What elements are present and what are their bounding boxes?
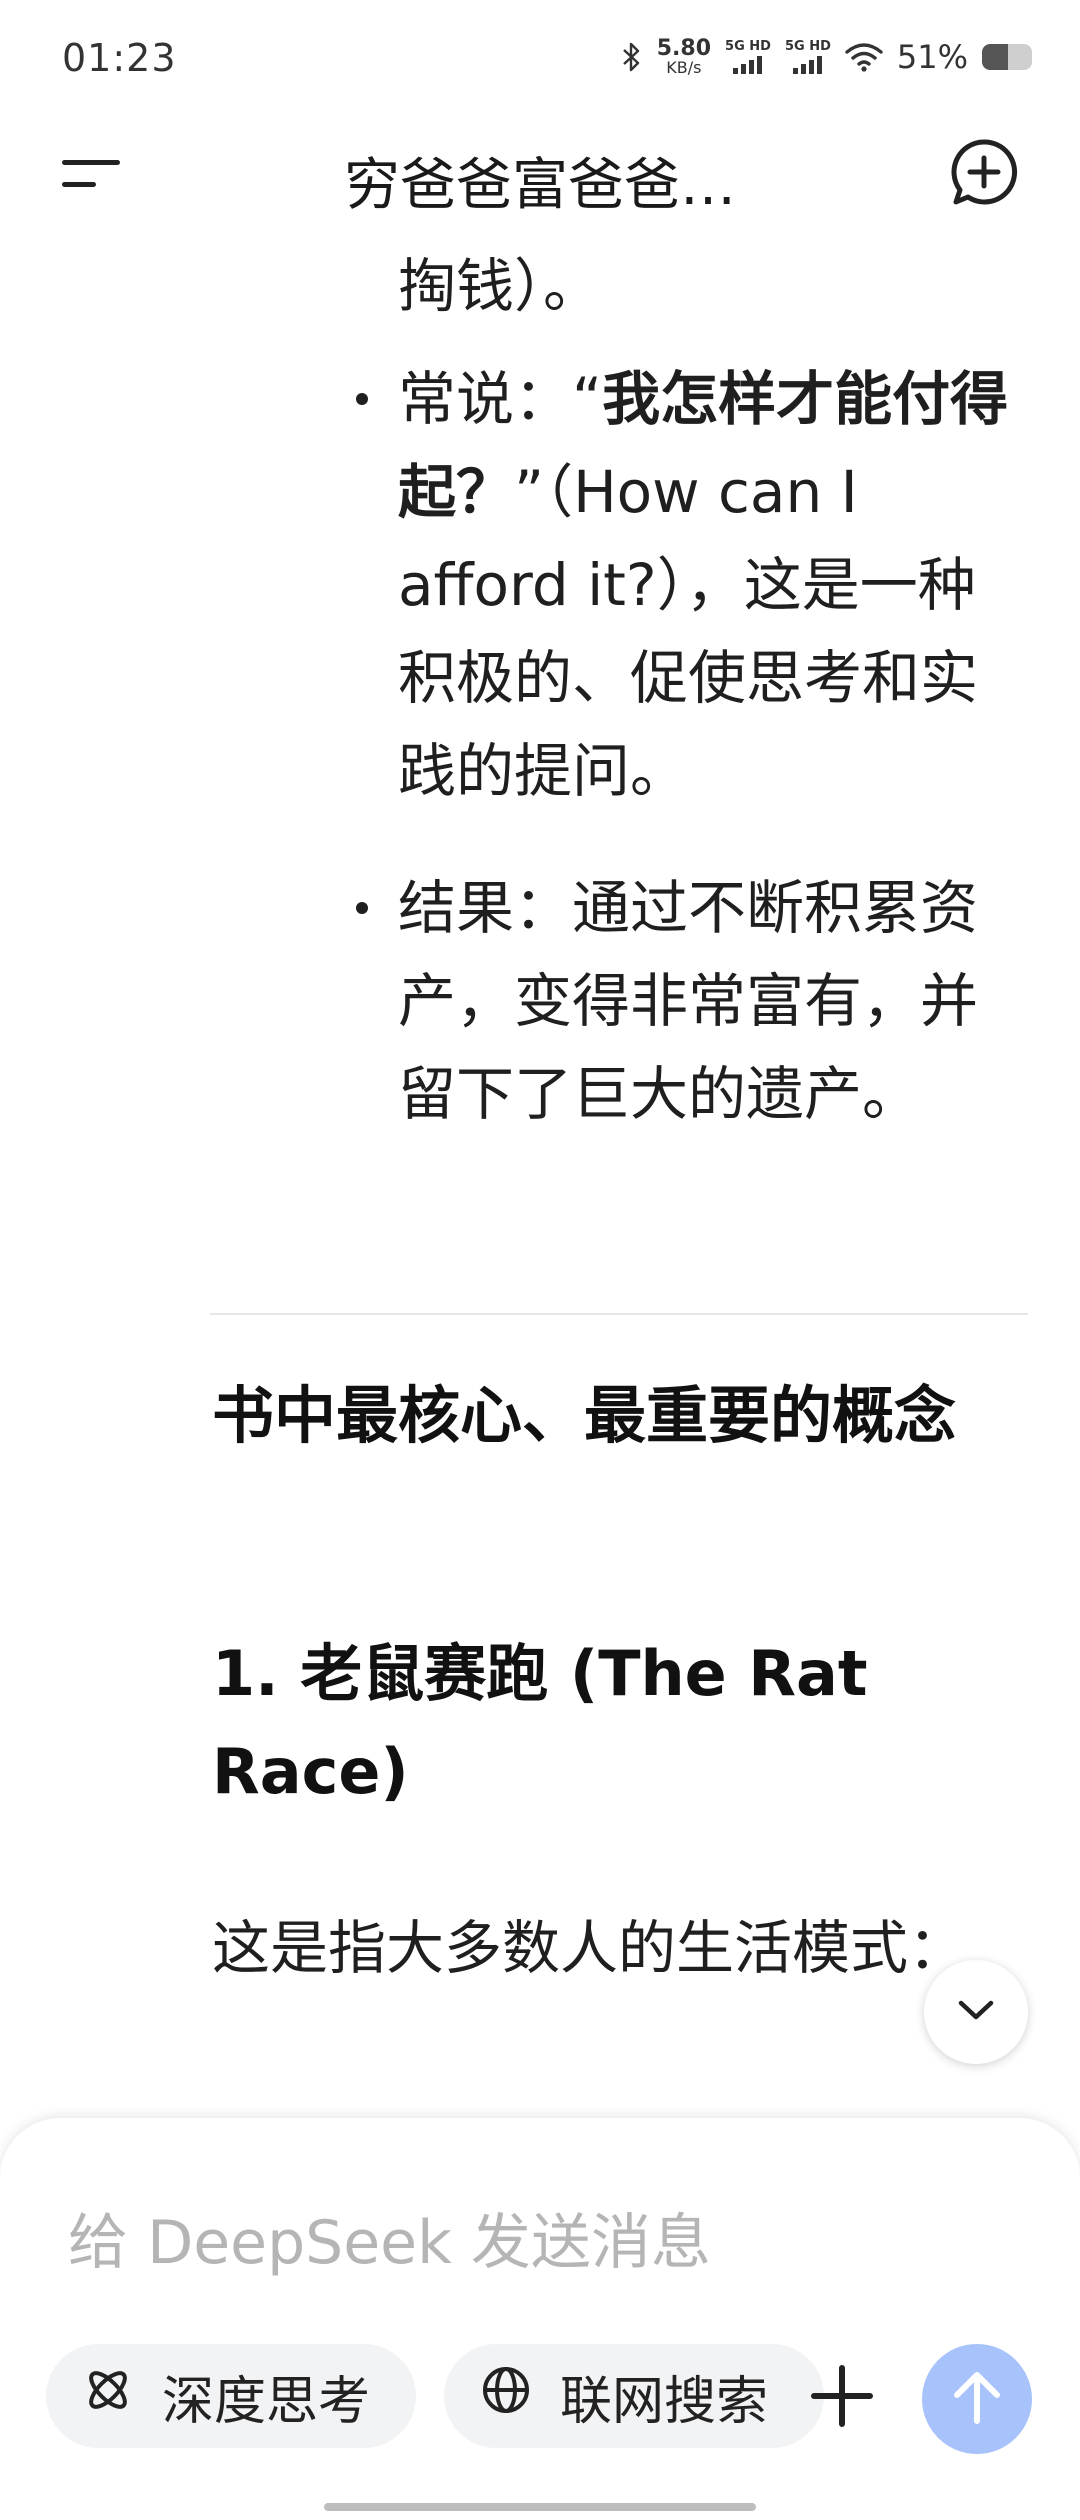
text-fragment: 掏钱）。	[398, 252, 602, 320]
network-speed-value: 5.80	[656, 36, 712, 61]
menu-icon[interactable]	[62, 150, 122, 200]
sim2-label: 5G HD	[784, 39, 831, 54]
signal-icon: 5G HD	[725, 40, 771, 74]
paragraph: 这是指大多数人的生活模式：	[212, 1914, 967, 1982]
message-composer: 深度思考 联网搜索	[0, 2118, 1080, 2520]
battery-icon	[982, 44, 1032, 70]
app-header: 穷爸爸富爸爸…	[0, 120, 1080, 230]
scroll-down-button[interactable]	[924, 1960, 1028, 2064]
message-input[interactable]	[68, 2208, 948, 2278]
bullet-dot	[356, 393, 368, 405]
deep-think-label: 深度思考	[162, 2371, 371, 2432]
subsection-heading: 1. 老鼠赛跑 (The Rat Race)	[212, 1637, 868, 1808]
chevron-down-icon	[956, 1998, 996, 2026]
home-indicator[interactable]	[324, 2503, 756, 2511]
conversation-title[interactable]: 穷爸爸富爸爸…	[200, 140, 880, 221]
new-chat-icon[interactable]	[948, 136, 1020, 208]
status-icons: 5.80 KB/s 5G HD 5G HD 51%	[621, 38, 1032, 76]
battery-level	[982, 44, 1008, 70]
bluetooth-icon	[621, 41, 643, 73]
signal-icon: 5G HD	[785, 40, 831, 74]
list-item: 常说：“我怎样才能付得起？”（How can I afford it?），这是一…	[350, 353, 1030, 818]
status-bar: 01:23 5.80 KB/s 5G HD 5G HD 51%	[0, 0, 1080, 120]
chat-content[interactable]: 掏钱）。 常说：“我怎样才能付得起？”（How can I afford it?…	[0, 240, 1080, 2120]
deep-think-button[interactable]: 深度思考	[46, 2344, 416, 2448]
list-item-text: 常说：“	[398, 365, 603, 433]
section-heading: 书中最核心、最重要的概念	[212, 1379, 957, 1452]
battery-percent: 51%	[896, 38, 968, 76]
bullet-dot	[356, 902, 368, 914]
network-speed: 5.80 KB/s	[657, 38, 711, 76]
divider	[210, 1313, 1028, 1315]
web-search-button[interactable]: 联网搜索	[444, 2344, 824, 2448]
attach-button[interactable]	[804, 2358, 880, 2434]
arrow-up-icon	[949, 2367, 1005, 2431]
atom-icon	[82, 2364, 162, 2429]
status-time: 01:23	[62, 36, 177, 80]
web-search-label: 联网搜索	[560, 2371, 769, 2432]
bullet-list: 掏钱）。 常说：“我怎样才能付得起？”（How can I afford it?…	[350, 240, 1030, 1185]
sim1-label: 5G HD	[725, 39, 771, 54]
wifi-icon	[845, 42, 883, 72]
network-speed-unit: KB/s	[666, 58, 702, 77]
list-item: 结果：通过不断积累资产，变得非常富有，并留下了巨大的遗产。	[350, 862, 1030, 1141]
globe-icon	[480, 2364, 560, 2429]
send-button[interactable]	[922, 2344, 1032, 2454]
list-item-text: 结果：通过不断积累资产，变得非常富有，并留下了巨大的遗产。	[398, 874, 979, 1128]
